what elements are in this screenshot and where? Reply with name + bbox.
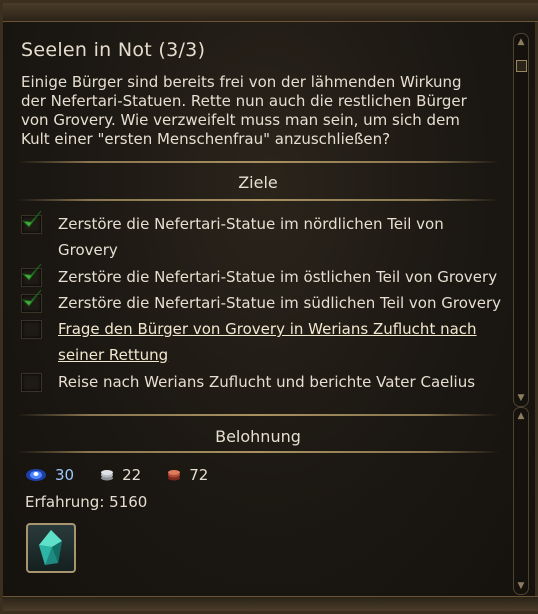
objective-item: Zerstöre die Nefertari-Statue im nördlic… bbox=[21, 210, 511, 263]
reward-value: 30 bbox=[55, 466, 75, 484]
quest-description: Einige Bürger sind bereits frei von der … bbox=[21, 73, 467, 148]
checkbox-checked bbox=[21, 289, 42, 313]
checkbox-empty bbox=[21, 373, 42, 392]
divider bbox=[17, 161, 499, 163]
divider bbox=[17, 414, 499, 416]
experience-value: 5160 bbox=[109, 493, 148, 511]
window-bottom-border bbox=[3, 596, 538, 611]
checkbox-checked bbox=[21, 263, 42, 287]
scroll-up-icon[interactable]: ▲ bbox=[516, 411, 526, 421]
reward-value: 72 bbox=[189, 466, 209, 484]
divider bbox=[17, 199, 499, 201]
reward-item-slot[interactable] bbox=[26, 523, 76, 573]
objective-link[interactable]: Frage den Bürger von Grovery in Werians … bbox=[58, 320, 477, 338]
scroll-thumb[interactable] bbox=[516, 60, 527, 72]
checkmark-icon bbox=[21, 210, 42, 228]
reward-blue-gems: 30 bbox=[25, 466, 74, 484]
checkbox-empty bbox=[21, 320, 42, 339]
reward-silver: 22 bbox=[100, 466, 141, 484]
objective-item: Zerstöre die Nefertari-Statue im östlich… bbox=[21, 263, 511, 290]
objective-item: Reise nach Werians Zuflucht und berichte… bbox=[21, 369, 511, 395]
checkmark-icon bbox=[21, 263, 42, 281]
objectives-heading: Ziele bbox=[238, 173, 278, 192]
green-crystal-icon bbox=[39, 530, 62, 565]
objectives-scrollbar[interactable]: ▲ ▼ bbox=[513, 33, 529, 407]
rewards-heading: Belohnung bbox=[215, 427, 301, 446]
experience-label: Erfahrung: bbox=[25, 493, 105, 511]
checkmark-icon bbox=[21, 289, 42, 307]
experience-reward: Erfahrung: 5160 bbox=[25, 493, 147, 511]
window-top-border bbox=[3, 3, 538, 22]
objective-item-link[interactable]: Frage den Bürger von Grovery in Werians … bbox=[21, 316, 511, 368]
quest-window: Seelen in Not (3/3) Einige Bürger sind b… bbox=[0, 0, 538, 614]
scroll-down-icon[interactable]: ▼ bbox=[516, 581, 526, 591]
objective-item: Zerstöre die Nefertari-Statue im südlich… bbox=[21, 289, 511, 316]
blue-gem-icon bbox=[26, 469, 46, 481]
divider bbox=[17, 451, 499, 453]
objective-text: Zerstöre die Nefertari-Statue im südlich… bbox=[58, 294, 502, 312]
objective-text: Grovery bbox=[58, 241, 118, 259]
reward-value: 22 bbox=[122, 466, 142, 484]
objective-link[interactable]: seiner Rettung bbox=[58, 346, 168, 364]
checkbox-checked bbox=[21, 210, 42, 234]
objective-text: Zerstöre die Nefertari-Statue im nördlic… bbox=[58, 215, 444, 233]
rewards-scrollbar[interactable]: ▲ ▼ bbox=[513, 407, 529, 595]
silver-coin-icon bbox=[101, 470, 114, 481]
scroll-up-icon[interactable]: ▲ bbox=[516, 37, 526, 47]
copper-coin-icon bbox=[168, 470, 181, 481]
objective-text: Zerstöre die Nefertari-Statue im östlich… bbox=[58, 268, 498, 286]
objective-text: Reise nach Werians Zuflucht und berichte… bbox=[58, 373, 476, 391]
scroll-down-icon[interactable]: ▼ bbox=[516, 393, 526, 403]
currency-rewards: 30 22 72 bbox=[25, 466, 234, 484]
quest-title: Seelen in Not (3/3) bbox=[21, 39, 206, 61]
reward-copper: 72 bbox=[167, 466, 208, 484]
